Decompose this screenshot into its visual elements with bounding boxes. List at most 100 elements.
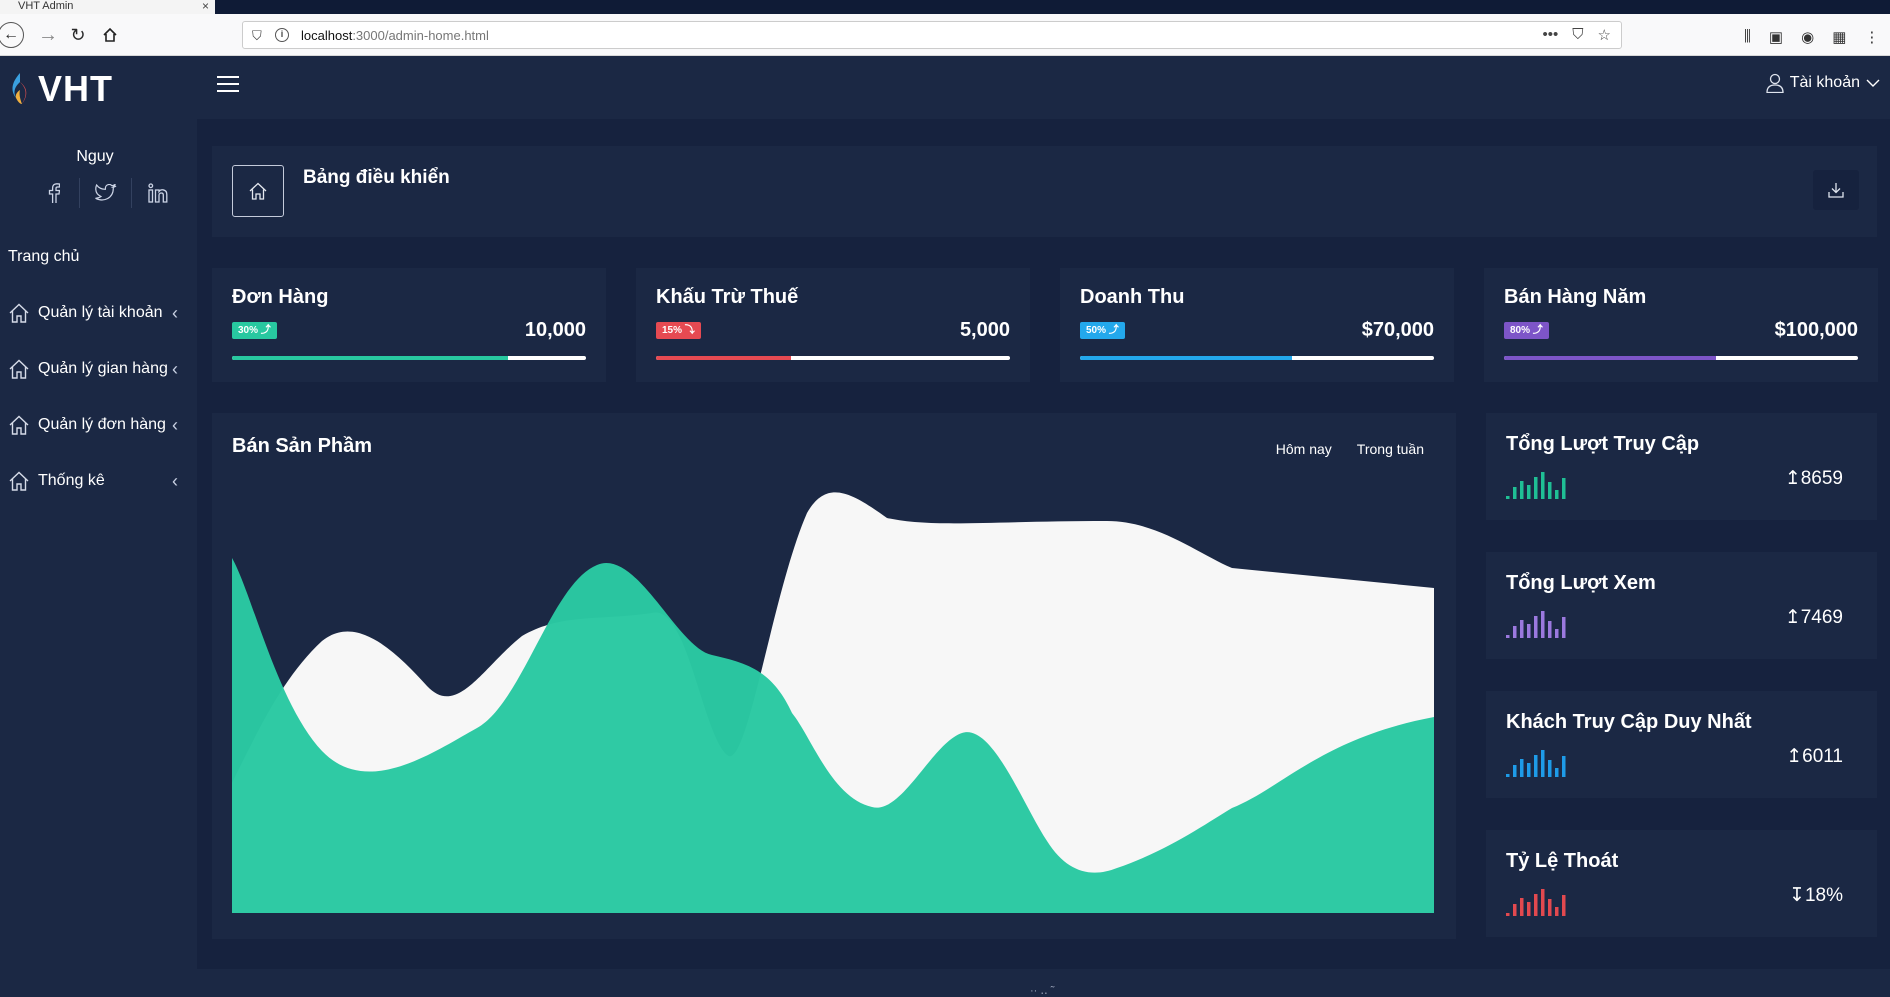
mini-bar (1534, 755, 1538, 777)
mini-bar-chart (1506, 889, 1566, 916)
sidebar-item-label: Quản lý đơn hàng (38, 416, 166, 433)
sidebar-item-label: Quản lý tài khoản (38, 304, 163, 321)
mini-bar (1548, 899, 1552, 916)
pocket-icon[interactable]: ⛉ (1572, 26, 1583, 44)
mini-bar-chart (1506, 472, 1566, 499)
chevron-left-icon: ‹ (172, 302, 178, 323)
sidebar-item-accounts[interactable]: Quản lý tài khoản ‹ (0, 295, 190, 331)
home-icon (9, 359, 29, 379)
account-menu[interactable]: Tài khoản (1766, 73, 1880, 93)
flame-logo-icon (12, 73, 27, 104)
mini-bar (1506, 774, 1510, 777)
back-icon[interactable]: ← (0, 22, 24, 48)
stat-card-annual-sales: Bán Hàng Năm 80% ⤴ $100,000 (1484, 268, 1878, 382)
browser-tab[interactable]: VHT Admin × (0, 0, 215, 14)
sidebar-item-orders[interactable]: Quản lý đơn hàng ‹ (0, 407, 190, 443)
menu-icon[interactable]: ⋮ (1864, 28, 1879, 46)
stat-value: 10,000 (524, 319, 586, 341)
mini-bar (1520, 898, 1524, 916)
sidebar-item-stores[interactable]: Quản lý gian hàng ‹ (0, 351, 190, 387)
stat-title: Bán Hàng Năm (1504, 286, 1647, 308)
mini-bar (1541, 611, 1545, 638)
stat-value: $100,000 (1774, 319, 1858, 341)
mini-bar (1506, 913, 1510, 916)
twitter-icon[interactable] (80, 178, 132, 208)
sales-chart-panel: Bán Sản Phầm Hôm nay Trong tuần (212, 413, 1456, 939)
tab-this-week[interactable]: Trong tuần (1357, 441, 1424, 457)
sidebar-item-statistics[interactable]: Thống kê ‹ (0, 463, 190, 499)
home-browser-icon[interactable] (96, 21, 124, 49)
address-bar[interactable]: ⛉ i localhost:3000/admin-home.html ••• ⛉… (242, 21, 1622, 49)
mini-bar (1541, 750, 1545, 777)
stat-badge: 50% ⤴ (1080, 322, 1125, 339)
top-header: Tài khoản (197, 56, 1890, 119)
home-icon (9, 471, 29, 491)
tab-close-icon[interactable]: × (202, 0, 209, 12)
forward-icon[interactable]: → (34, 21, 62, 49)
mini-bar (1541, 472, 1545, 499)
mini-bar (1548, 760, 1552, 777)
download-button[interactable] (1813, 170, 1859, 210)
more-actions-icon[interactable]: ••• (1543, 26, 1559, 44)
mini-bar (1555, 629, 1559, 638)
profile-name: Nguy (76, 148, 114, 165)
stat-progress-fill (1080, 356, 1293, 360)
metric-value: ↥6011 (1786, 746, 1843, 767)
facebook-icon[interactable] (28, 178, 80, 208)
user-icon (1766, 73, 1784, 93)
metric-value: ↥8659 (1784, 468, 1843, 489)
brand-logo[interactable]: VHT (8, 68, 113, 110)
chart-title: Bán Sản Phầm (232, 435, 373, 457)
chart-tabs: Hôm nay Trong tuần (1276, 441, 1424, 457)
mini-bar-chart (1506, 611, 1566, 638)
mini-bar (1527, 763, 1531, 777)
extension-icon[interactable]: ▦ (1832, 28, 1846, 46)
mini-bar (1520, 759, 1524, 777)
info-icon[interactable]: i (275, 28, 289, 42)
mini-bar (1555, 490, 1559, 499)
page-header: Bảng điều khiển (212, 146, 1877, 237)
stat-card-orders: Đơn Hàng 30% ⤴ 10,000 (212, 268, 606, 382)
shield-icon[interactable]: ⛉ (252, 28, 262, 44)
stat-progress-bar (656, 356, 1010, 360)
account-label: Tài khoản (1789, 74, 1860, 91)
mini-bar (1555, 907, 1559, 916)
stat-progress-fill (1504, 356, 1717, 360)
chevron-left-icon: ‹ (172, 414, 178, 435)
metric-card-total-visits: Tổng Lượt Truy Cập ↥8659 (1486, 413, 1877, 520)
stat-progress-fill (656, 356, 791, 360)
metric-title: Tổng Lượt Xem (1506, 572, 1656, 594)
tab-today[interactable]: Hôm nay (1276, 441, 1332, 457)
stat-title: Doanh Thu (1080, 286, 1185, 308)
metric-title: Tổng Lượt Truy Cập (1506, 433, 1700, 455)
linkedin-icon[interactable] (132, 178, 184, 208)
sales-area-chart (232, 492, 1434, 913)
mini-bar (1534, 894, 1538, 916)
sidebar-item-label: Thống kê (38, 472, 105, 489)
sidebar-toggle-icon[interactable]: ▣ (1769, 28, 1783, 46)
metric-title: Khách Truy Cập Duy Nhất (1506, 711, 1752, 733)
brand-name: VHT (38, 68, 113, 109)
mini-bar (1513, 487, 1517, 499)
main-content: Bảng điều khiển Đơn Hàng 30% ⤴ 10,000 Kh… (197, 119, 1890, 969)
mini-bar (1562, 617, 1566, 638)
stat-card-tax: Khấu Trừ Thuế 15% ⤵ 5,000 (636, 268, 1030, 382)
stat-value: $70,000 (1361, 319, 1434, 341)
bookmark-star-icon[interactable]: ☆ (1598, 26, 1611, 44)
home-button[interactable] (232, 165, 284, 217)
browser-extensions: ⫼ ▣ ◉ ▦ ⋮ (1744, 28, 1879, 46)
mini-bar (1562, 756, 1566, 777)
mini-bar (1548, 621, 1552, 638)
account-sync-icon[interactable]: ◉ (1801, 28, 1814, 46)
sidebar-heading-home[interactable]: Trang chủ (8, 248, 79, 266)
metric-card-total-views: Tổng Lượt Xem ↥7469 (1486, 552, 1877, 659)
mini-bar (1520, 620, 1524, 638)
library-icon[interactable]: ⫼ (1744, 28, 1751, 46)
stat-card-revenue: Doanh Thu 50% ⤴ $70,000 (1060, 268, 1454, 382)
url-host: localhost (301, 28, 353, 43)
url-text[interactable]: localhost:3000/admin-home.html (301, 28, 489, 43)
hamburger-menu-icon[interactable] (217, 76, 239, 92)
reload-icon[interactable]: ↻ (64, 21, 92, 49)
mini-bar (1534, 616, 1538, 638)
stat-badge: 30% ⤴ (232, 322, 277, 339)
